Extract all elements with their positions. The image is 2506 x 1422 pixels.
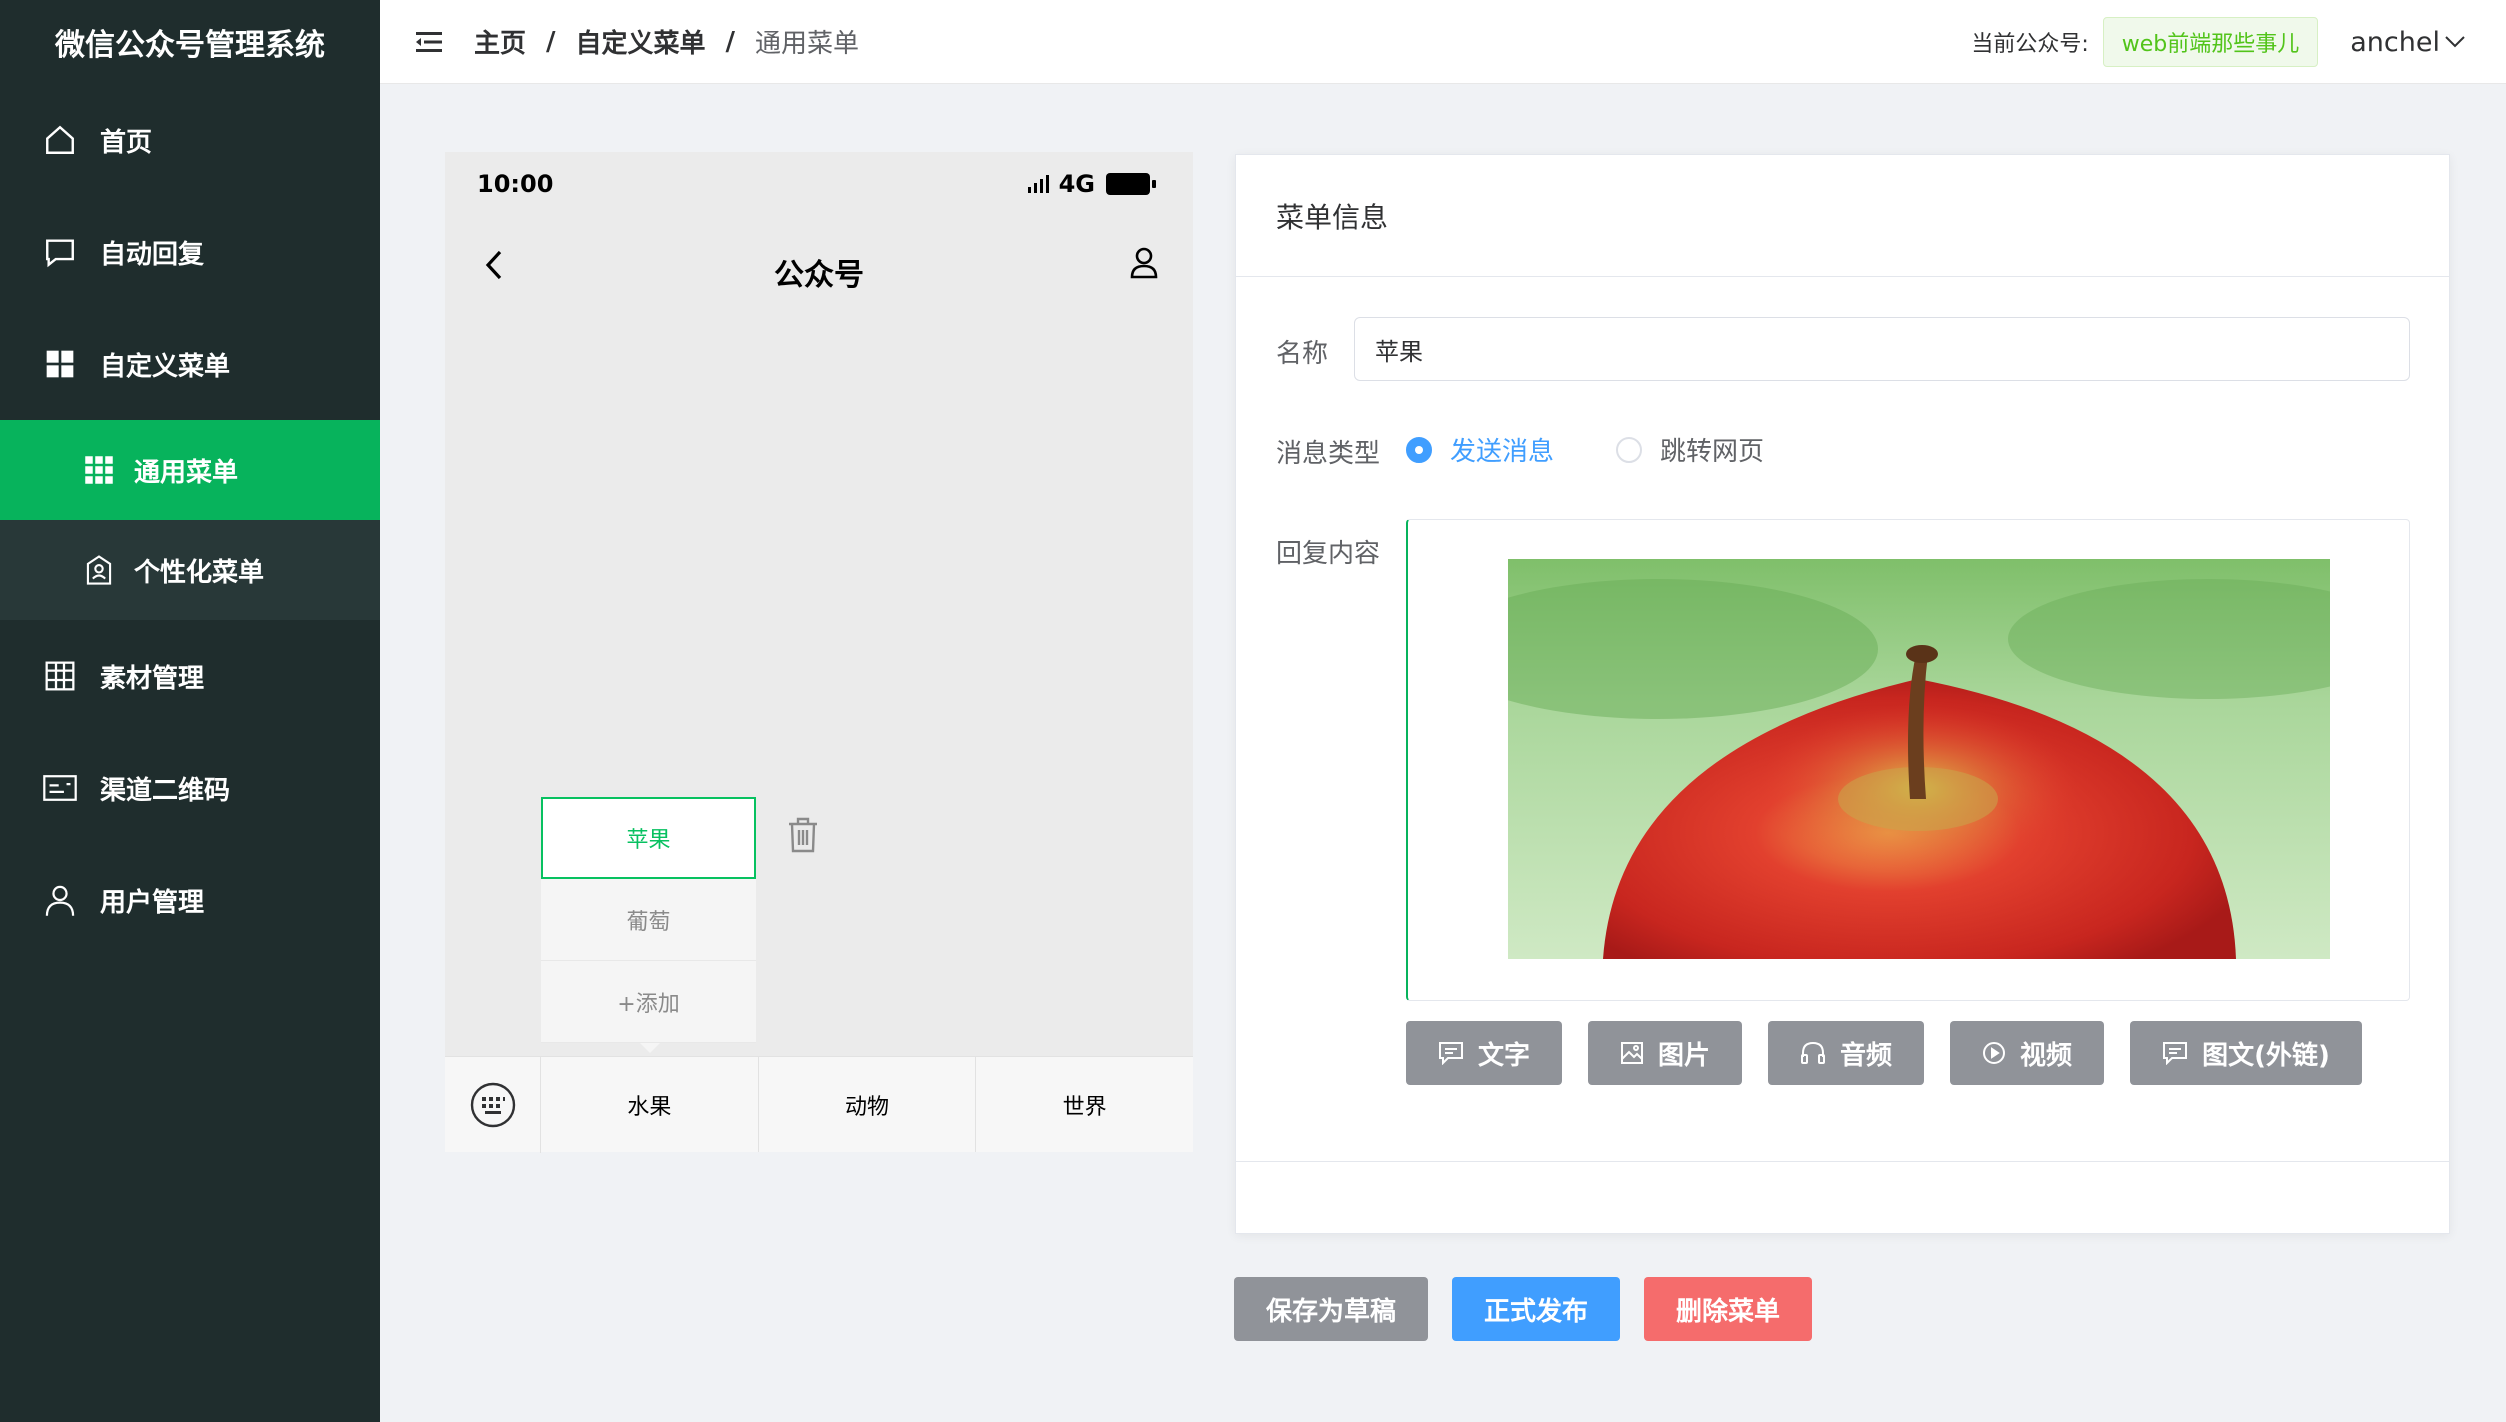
keyboard-icon[interactable] (445, 1057, 541, 1153)
sidebar-item-users[interactable]: 用户管理 (0, 844, 380, 956)
chevron-down-icon (2445, 36, 2465, 48)
reply-content-box (1406, 519, 2410, 1001)
sidebar-item-label: 素材管理 (100, 663, 205, 694)
radio-open-webpage[interactable]: 跳转网页 (1616, 431, 1764, 468)
picture-icon (1620, 1041, 1644, 1065)
publish-button[interactable]: 正式发布 (1452, 1277, 1621, 1341)
sidebar-item-personalized-menu[interactable]: 个性化菜单 (0, 520, 380, 620)
sidebar-item-label: 用户管理 (100, 887, 205, 918)
panel-footer-divider (1236, 1161, 2449, 1162)
menu-tab-world[interactable]: 世界 (976, 1057, 1193, 1152)
delete-menu-button[interactable]: 删除菜单 (1644, 1277, 1813, 1341)
header-account-area: 当前公众号: web前端那些事儿 anchel (1971, 0, 2466, 84)
submenu-pointer (640, 1043, 660, 1053)
message-type-label: 消息类型 (1276, 439, 1381, 469)
network-type: 4G (1058, 170, 1095, 198)
sidebar-item-label: 渠道二维码 (100, 775, 231, 806)
button-label: 图片 (1658, 1040, 1711, 1071)
top-header: 主页 / 自定义菜单 / 通用菜单 当前公众号: web前端那些事儿 anche… (380, 0, 2506, 84)
save-draft-button[interactable]: 保存为草稿 (1234, 1277, 1429, 1341)
submenu-popup: 苹果 葡萄 +添加 (541, 797, 756, 1053)
radio-dot (1616, 436, 1643, 463)
headset-icon (1800, 1041, 1826, 1065)
reply-content-label: 回复内容 (1276, 539, 1381, 569)
status-time: 10:00 (477, 170, 554, 198)
message-icon (2162, 1041, 2188, 1065)
menu-info-panel: 菜单信息 名称 消息类型 发送消息 跳转网页 回复内容 (1235, 154, 2450, 1234)
video-type-button[interactable]: 视频 (1950, 1021, 2105, 1085)
phone-title: 公众号 (774, 258, 864, 293)
article-link-type-button[interactable]: 图文(外链) (2130, 1021, 2362, 1085)
profile-icon[interactable] (1129, 246, 1159, 284)
table-icon (42, 658, 78, 694)
phone-nav-bar: 公众号 (445, 232, 1193, 302)
sidebar-item-qrcode[interactable]: 渠道二维码 (0, 732, 380, 844)
phone-preview: 10:00 4G 公众号 苹果 葡萄 +添加 水果 动物 世界 (445, 152, 1193, 1153)
home-icon (42, 122, 78, 158)
audio-type-button[interactable]: 音频 (1768, 1021, 1925, 1085)
sidebar-item-label: 自定义菜单 (100, 351, 231, 382)
name-input[interactable] (1354, 317, 2410, 381)
sidebar-item-materials[interactable]: 素材管理 (0, 620, 380, 732)
trash-icon[interactable] (787, 817, 819, 857)
radio-label: 跳转网页 (1660, 437, 1765, 467)
status-indicators: 4G (1027, 170, 1157, 198)
sidebar-item-label: 自动回复 (100, 239, 205, 270)
sidebar-item-general-menu[interactable]: 通用菜单 (0, 420, 380, 520)
sidebar-item-label: 个性化菜单 (134, 557, 265, 588)
text-type-button[interactable]: 文字 (1406, 1021, 1563, 1085)
apps-icon (82, 453, 116, 487)
breadcrumb-current: 通用菜单 (755, 29, 860, 59)
message-icon (1438, 1041, 1464, 1065)
button-label: 图文(外链) (2202, 1040, 2330, 1071)
breadcrumb: 主页 / 自定义菜单 / 通用菜单 (474, 23, 859, 60)
user-dropdown[interactable]: anchel (2350, 27, 2466, 58)
battery-icon (1106, 173, 1156, 195)
sidebar-item-custom-menu[interactable]: 自定义菜单 (0, 308, 380, 420)
play-circle-icon (1982, 1041, 2006, 1065)
breadcrumb-custom-menu[interactable]: 自定义菜单 (576, 23, 706, 60)
signal-icon (1027, 175, 1049, 193)
sidebar: 微信公众号管理系统 首页 自动回复 自定义菜单 通用菜单 个性化菜单 素材管理 (0, 0, 380, 1422)
name-label: 名称 (1276, 339, 1329, 369)
badge-icon (82, 553, 116, 587)
action-buttons: 保存为草稿 正式发布 删除菜单 (1234, 1277, 1836, 1341)
breadcrumb-separator: / (546, 26, 556, 57)
breadcrumb-home[interactable]: 主页 (474, 23, 526, 60)
breadcrumb-separator: / (725, 26, 736, 57)
button-label: 视频 (2020, 1040, 2073, 1071)
grid-icon (42, 346, 78, 382)
image-type-button[interactable]: 图片 (1588, 1021, 1743, 1085)
account-label: 当前公众号: (1971, 32, 2089, 57)
phone-status-bar: 10:00 4G (445, 152, 1193, 216)
submenu-add-button[interactable]: +添加 (541, 961, 756, 1043)
card-icon (42, 770, 78, 806)
app-title: 微信公众号管理系统 (55, 28, 325, 63)
sidebar-item-label: 首页 (100, 127, 153, 158)
radio-send-message[interactable]: 发送消息 (1406, 431, 1554, 468)
menu-tab-fruit[interactable]: 水果 (541, 1057, 759, 1152)
panel-title: 菜单信息 (1236, 155, 2449, 277)
sidebar-item-home[interactable]: 首页 (0, 84, 380, 196)
sidebar-item-auto-reply[interactable]: 自动回复 (0, 196, 380, 308)
account-tag[interactable]: web前端那些事儿 (2102, 17, 2319, 67)
radio-dot (1406, 436, 1432, 463)
radio-label: 发送消息 (1450, 437, 1555, 467)
submenu-item[interactable]: 葡萄 (541, 879, 756, 961)
user-icon (42, 882, 78, 918)
reply-type-buttons: 文字 图片 音频 视频 图文(外链) (1406, 1021, 2388, 1085)
phone-menu-bar: 水果 动物 世界 (445, 1056, 1193, 1153)
apple-image (1508, 559, 2330, 959)
menu-tab-animal[interactable]: 动物 (759, 1057, 977, 1152)
message-type-radio-group: 发送消息 跳转网页 (1406, 431, 1826, 468)
submenu-item[interactable]: 苹果 (541, 797, 756, 879)
button-label: 文字 (1478, 1040, 1531, 1071)
sidebar-item-label: 通用菜单 (134, 457, 239, 488)
chat-icon (42, 234, 78, 270)
user-name: anchel (2350, 26, 2440, 58)
menu-toggle-icon[interactable] (414, 27, 444, 57)
button-label: 音频 (1840, 1040, 1893, 1071)
